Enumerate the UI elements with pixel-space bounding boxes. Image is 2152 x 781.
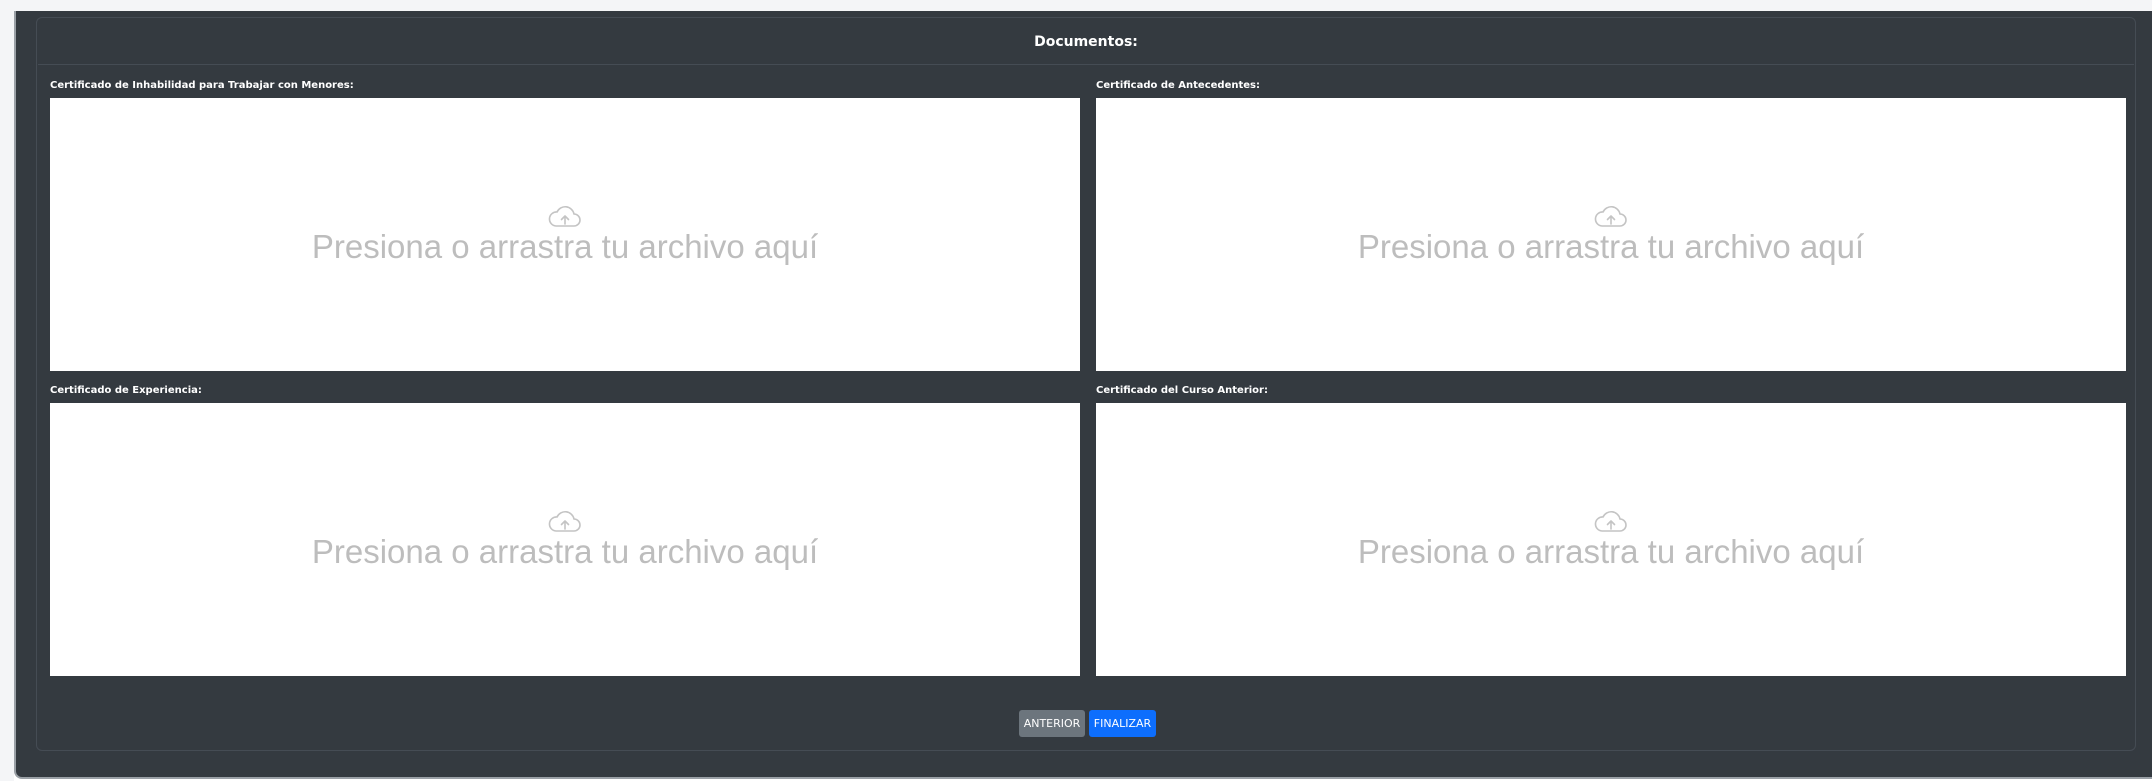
cloud-upload-icon xyxy=(1594,511,1627,532)
dropzone-text: Presiona o arrastra tu archivo aquí xyxy=(311,228,819,265)
dropzone-text: Presiona o arrastra tu archivo aquí xyxy=(1357,533,1865,570)
previous-button[interactable]: ANTERIOR xyxy=(1019,710,1085,737)
cloud-upload-icon xyxy=(548,206,581,227)
dropzone-certificado-antecedentes[interactable]: Presiona o arrastra tu archivo aquí xyxy=(1096,98,2126,371)
dropzone-certificado-inhabilidad[interactable]: Presiona o arrastra tu archivo aquí xyxy=(50,98,1080,371)
title-divider xyxy=(38,64,2134,65)
dropzone-certificado-experiencia[interactable]: Presiona o arrastra tu archivo aquí xyxy=(50,403,1080,676)
dropzone-certificado-curso-anterior[interactable]: Presiona o arrastra tu archivo aquí xyxy=(1096,403,2126,676)
dropzone-text: Presiona o arrastra tu archivo aquí xyxy=(311,533,819,570)
label-certificado-curso-anterior: Certificado del Curso Anterior: xyxy=(1096,385,1268,396)
panel-title: Documentos: xyxy=(1034,34,1138,50)
label-certificado-antecedentes: Certificado de Antecedentes: xyxy=(1096,80,1260,91)
finish-button[interactable]: FINALIZAR xyxy=(1089,710,1156,737)
label-certificado-experiencia: Certificado de Experiencia: xyxy=(50,385,202,396)
dropzone-text: Presiona o arrastra tu archivo aquí xyxy=(1357,228,1865,265)
cloud-upload-icon xyxy=(1594,206,1627,227)
top-strip xyxy=(0,0,2152,11)
cloud-upload-icon xyxy=(548,511,581,532)
label-certificado-inhabilidad: Certificado de Inhabilidad para Trabajar… xyxy=(50,80,354,91)
page-left-edge xyxy=(0,0,14,781)
